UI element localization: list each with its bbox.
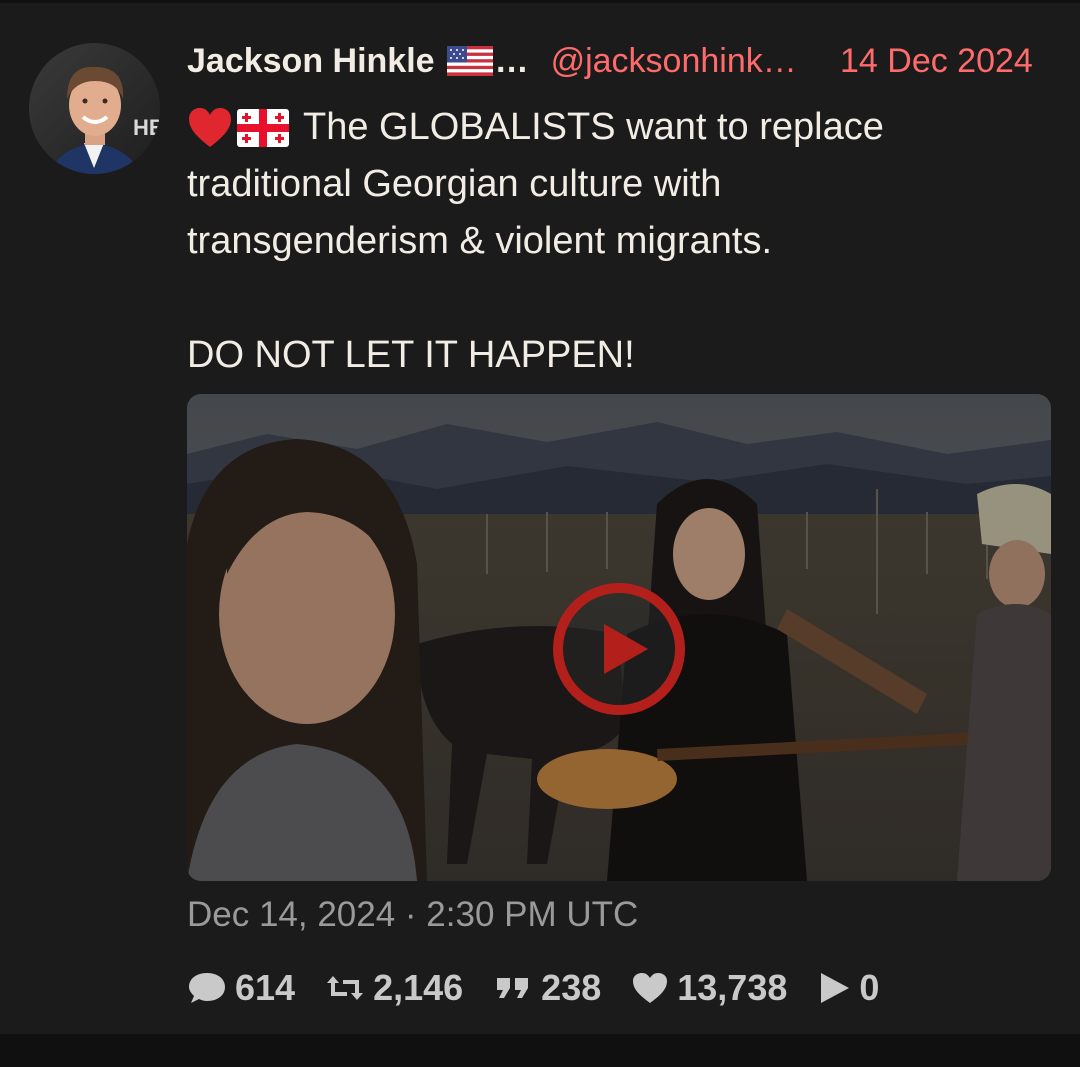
play-icon [821,973,850,1003]
red-heart-icon [189,107,231,147]
video-media[interactable] [187,394,1051,881]
heart-icon [633,973,668,1003]
tweet-text-line-3: transgenderism & violent migrants. [187,220,773,262]
tweet-timestamp[interactable]: Dec 14, 2024 · 2:30 PM UTC [187,895,638,935]
tweet-text: The GLOBALISTS want to replace tradition… [187,99,1047,384]
tweet-date-link[interactable]: 14 Dec 2024 [840,42,1033,81]
play-circle-icon [553,583,685,715]
avatar[interactable]: HB [29,43,160,174]
comment-icon [189,973,225,1003]
tweet-header: Jackson Hinkle … @jacksonhink… 14 Dec 20… [187,39,1033,83]
retweet-icon [327,976,364,1000]
svg-text:HB: HB [133,115,160,140]
bottom-divider [0,1034,1080,1067]
likes-count: 13,738 [677,967,788,1008]
us-flag-icon [446,46,493,76]
avatar-image: HB [29,43,160,174]
quotes-stat[interactable]: 238 [493,967,601,1009]
name-ellipsis: … [494,41,529,80]
retweets-stat[interactable]: 2,146 [325,967,463,1009]
author-name[interactable]: Jackson Hinkle [187,42,435,81]
tweet-text-line-2: traditional Georgian culture with [187,163,722,205]
quote-icon [497,978,529,998]
tweet-text-line-1: The GLOBALISTS want to replace [303,106,884,148]
tweet-text-paragraph-2: DO NOT LET IT HAPPEN! [187,334,635,376]
tweet-card: HB Jackson Hinkle … @jacksonhink… 14 Dec… [0,0,1080,1037]
likes-stat[interactable]: 13,738 [631,967,787,1009]
georgia-flag-icon [237,108,289,147]
play-button[interactable] [552,582,686,716]
plays-count: 0 [859,967,880,1008]
retweets-count: 2,146 [373,967,464,1008]
replies-count: 614 [235,967,296,1008]
tweet-stats: 614 2,146 238 13,738 0 [187,963,909,1013]
author-handle[interactable]: @jacksonhink… [551,42,797,81]
quotes-count: 238 [541,967,602,1008]
plays-stat[interactable]: 0 [817,967,879,1009]
replies-stat[interactable]: 614 [187,967,295,1009]
